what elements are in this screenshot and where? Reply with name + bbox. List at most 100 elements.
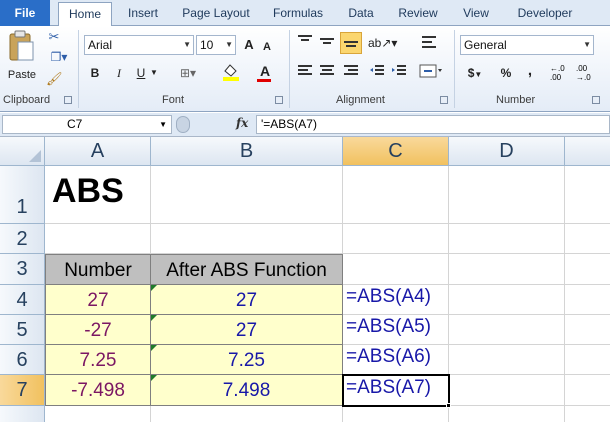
column-header-b[interactable]: B	[151, 137, 343, 166]
decrease-indent-icon[interactable]	[368, 64, 386, 83]
gridline	[564, 166, 565, 422]
svg-text:.00: .00	[550, 73, 562, 82]
merge-center-icon[interactable]	[418, 64, 444, 83]
cell-b6[interactable]: 7.25	[150, 344, 343, 375]
row-header-5[interactable]: 5	[0, 315, 45, 345]
column-header-c[interactable]: C	[343, 137, 449, 166]
cell-b5[interactable]: 27	[150, 314, 343, 345]
clipboard-launcher-icon[interactable]	[64, 96, 72, 104]
insert-function-icon[interactable]: fx	[236, 116, 248, 130]
cell-a6[interactable]: 7.25	[45, 344, 151, 375]
wrap-text-icon[interactable]	[420, 34, 438, 55]
currency-button[interactable]: $▼	[464, 64, 486, 84]
error-indicator-icon	[151, 315, 157, 321]
row-header-2[interactable]: 2	[0, 224, 45, 254]
font-name-value: Arial	[88, 38, 113, 52]
cut-icon[interactable]: ✂	[46, 28, 62, 46]
ribbon-tab-bar: File Home Insert Page Layout Formulas Da…	[0, 0, 610, 27]
chevron-down-icon[interactable]: ▼	[149, 64, 159, 82]
row-header-1[interactable]: 1	[0, 166, 45, 224]
underline-button[interactable]: U	[134, 64, 148, 82]
column-header-a[interactable]: A	[45, 137, 151, 166]
align-left-icon[interactable]	[296, 64, 314, 83]
table-header-result[interactable]: After ABS Function	[150, 254, 343, 285]
grow-font-icon[interactable]: A	[242, 36, 256, 54]
bold-button[interactable]: B	[88, 64, 102, 82]
tab-insert[interactable]: Insert	[118, 2, 168, 26]
chevron-down-icon: ▼	[225, 40, 233, 49]
tab-developer[interactable]: Developer	[510, 2, 580, 26]
cell-c4[interactable]: =ABS(A4)	[344, 286, 447, 308]
font-group-label: Font	[162, 94, 185, 106]
percent-button[interactable]: %	[498, 64, 514, 82]
font-name-dropdown[interactable]: Arial ▼	[84, 35, 194, 55]
chevron-down-icon: ▼	[159, 120, 167, 129]
italic-button[interactable]: I	[112, 64, 126, 82]
font-size-dropdown[interactable]: 10 ▼	[196, 35, 236, 55]
align-middle-icon[interactable]	[318, 34, 336, 53]
row-header-8[interactable]	[0, 406, 45, 422]
column-header-d[interactable]: D	[449, 137, 565, 166]
tab-formulas[interactable]: Formulas	[266, 2, 330, 26]
row-header-7[interactable]: 7	[0, 375, 45, 406]
cell-b7[interactable]: 7.498	[150, 374, 343, 406]
tab-data[interactable]: Data	[340, 2, 382, 26]
cell-c5[interactable]: =ABS(A5)	[344, 316, 447, 338]
row-header-4[interactable]: 4	[0, 285, 45, 315]
number-launcher-icon[interactable]	[592, 96, 600, 104]
svg-text:→.0: →.0	[576, 73, 591, 82]
increase-decimal-icon[interactable]: ←.0.00	[548, 62, 570, 87]
fill-color-icon[interactable]	[220, 62, 246, 87]
format-painter-icon[interactable]: 🖌	[46, 70, 63, 88]
error-indicator-icon	[151, 285, 157, 291]
align-bottom-icon[interactable]	[340, 32, 362, 54]
borders-icon[interactable]: ⊞▾	[176, 64, 200, 82]
align-right-icon[interactable]	[342, 64, 360, 83]
cell-a5[interactable]: -27	[45, 314, 151, 345]
tab-view[interactable]: View	[456, 2, 496, 26]
orientation-icon[interactable]: ab↗▾	[368, 34, 397, 52]
row-header-3[interactable]: 3	[0, 254, 45, 285]
copy-icon[interactable]: ❐▾	[46, 48, 72, 66]
alignment-launcher-icon[interactable]	[440, 96, 448, 104]
paste-button[interactable]: Paste	[4, 66, 40, 84]
select-all-button[interactable]	[0, 137, 45, 166]
gridline	[45, 223, 610, 224]
cell-a4[interactable]: 27	[45, 284, 151, 315]
font-launcher-icon[interactable]	[275, 96, 283, 104]
clipboard-group-label: Clipboard	[3, 94, 51, 106]
name-box[interactable]: C7 ▼	[2, 115, 172, 134]
cell-b4[interactable]: 27	[150, 284, 343, 315]
name-box-value: C7	[67, 117, 83, 131]
tab-file[interactable]: File	[0, 0, 50, 26]
tab-review[interactable]: Review	[392, 2, 444, 26]
decrease-decimal-icon[interactable]: .00 →.0	[574, 62, 596, 87]
align-center-icon[interactable]	[318, 64, 336, 83]
align-top-icon[interactable]	[296, 34, 314, 53]
column-header-e[interactable]	[565, 137, 610, 166]
fill-handle[interactable]	[446, 403, 451, 408]
paste-icon[interactable]	[6, 30, 36, 64]
row-header-6[interactable]: 6	[0, 345, 45, 375]
error-indicator-icon	[151, 345, 157, 351]
comma-button[interactable]: ,	[524, 62, 536, 80]
active-cell-outline	[342, 374, 450, 407]
tab-home[interactable]: Home	[58, 2, 112, 27]
cell-a7[interactable]: -7.498	[45, 374, 151, 406]
shrink-font-icon[interactable]: A	[260, 38, 274, 56]
splitter-handle[interactable]	[176, 116, 190, 133]
number-group-label: Number	[496, 94, 536, 106]
svg-text:.00: .00	[576, 64, 588, 73]
tab-page-layout[interactable]: Page Layout	[178, 2, 254, 26]
group-separator	[454, 30, 455, 108]
cell-a1-title[interactable]: ABS	[52, 172, 252, 211]
group-separator	[78, 30, 79, 108]
font-color-icon[interactable]: A	[254, 62, 276, 82]
group-separator	[289, 30, 290, 108]
chevron-down-icon: ▼	[583, 40, 591, 49]
cell-c6[interactable]: =ABS(A6)	[344, 346, 447, 368]
formula-input[interactable]: '=ABS(A7)	[256, 115, 610, 134]
number-format-dropdown[interactable]: General ▼	[460, 35, 594, 55]
increase-indent-icon[interactable]	[390, 64, 408, 83]
table-header-number[interactable]: Number	[45, 254, 151, 285]
